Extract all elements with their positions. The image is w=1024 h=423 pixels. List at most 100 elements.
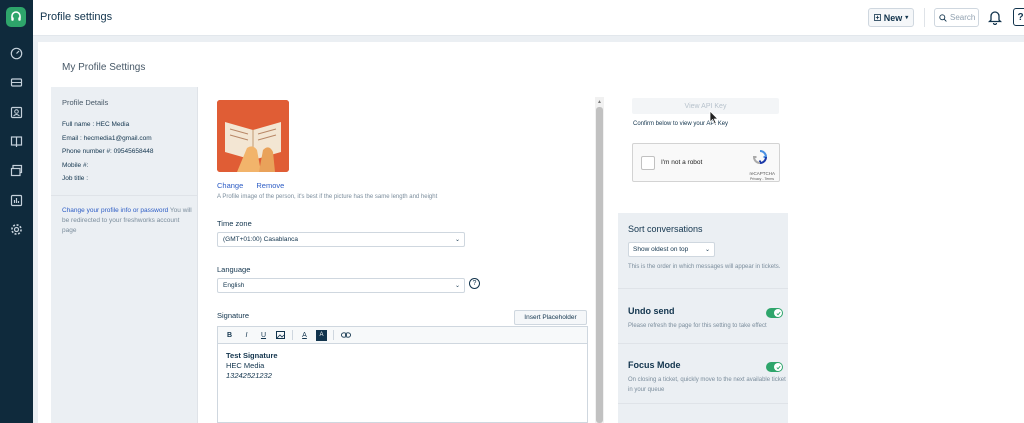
timezone-select[interactable]: (GMT+01:00) Casablanca ⌄: [217, 232, 465, 247]
notifications-bell-icon[interactable]: [988, 9, 1002, 25]
phone-row: Phone number #: 09545658448: [62, 148, 154, 155]
plus-box-icon: [873, 14, 881, 21]
change-profile-link[interactable]: Change your profile info or password: [62, 207, 168, 214]
photo-hint: A Profile image of the person, it's best…: [217, 194, 438, 200]
card-title: My Profile Settings: [62, 62, 146, 73]
profile-redirect-note: Change your profile info or password You…: [62, 206, 192, 236]
reports-icon[interactable]: [8, 192, 24, 208]
underline-button[interactable]: U: [258, 330, 269, 341]
italic-button[interactable]: I: [241, 330, 252, 341]
new-button-label: New: [883, 12, 903, 23]
dashboard-icon[interactable]: [8, 45, 24, 61]
timezone-value: (GMT+01:00) Casablanca: [223, 236, 298, 243]
reading-book-image-icon: [217, 100, 289, 172]
help-label: ?: [1017, 11, 1024, 23]
profile-details-panel: Profile Details Full name : HEC Media Em…: [51, 87, 198, 423]
chevron-down-icon: ▾: [905, 15, 909, 21]
chevron-down-icon: ⌄: [454, 283, 460, 289]
recaptcha-brand: reCAPTCHA: [749, 171, 775, 176]
bold-button[interactable]: B: [224, 330, 235, 341]
undo-send-description: Please refresh the page for this setting…: [628, 323, 767, 329]
signature-line-2: HEC Media: [226, 361, 265, 370]
scrollbar-thumb[interactable]: [596, 107, 603, 423]
recaptcha-checkbox[interactable]: [641, 156, 655, 170]
preferences-panel: View API Key Confirm below to view your …: [618, 87, 788, 423]
page-title: Profile settings: [40, 11, 113, 23]
contacts-icon[interactable]: [8, 104, 24, 120]
signature-line-3: 13242521232: [226, 371, 272, 380]
focus-mode-toggle[interactable]: [766, 362, 783, 372]
language-label: Language: [217, 265, 251, 274]
sort-conversations-title: Sort conversations: [628, 224, 703, 234]
photo-actions: Change Remove: [217, 181, 295, 190]
search-placeholder: Search: [950, 13, 976, 22]
profile-form: Change Remove A Profile image of the per…: [199, 87, 605, 423]
signature-content: Test Signature HEC Media 13242521232: [226, 351, 278, 381]
signature-line-1: Test Signature: [226, 351, 278, 360]
section-divider: [618, 288, 788, 289]
recaptcha-label: I'm not a robot: [661, 159, 703, 166]
knowledge-base-icon[interactable]: [8, 133, 24, 149]
chevron-down-icon: ⌄: [454, 237, 460, 243]
inbox-icon[interactable]: [8, 162, 24, 178]
help-button[interactable]: ?: [1013, 8, 1024, 26]
recaptcha-logo-icon: [753, 150, 767, 164]
freshdesk-logo-icon[interactable]: [6, 7, 26, 27]
signature-label: Signature: [217, 311, 250, 320]
check-icon: [774, 309, 782, 317]
settings-icon[interactable]: [8, 221, 24, 237]
undo-send-title: Undo send: [628, 306, 675, 316]
image-icon: [276, 331, 285, 339]
insert-image-button[interactable]: [275, 330, 286, 341]
details-divider: [51, 195, 198, 196]
sort-conversations-select[interactable]: Show oldest on top ⌄: [628, 242, 715, 257]
left-nav-rail: [0, 0, 33, 423]
language-help-label: ?: [472, 280, 477, 287]
profile-avatar: [217, 100, 289, 172]
recaptcha-widget: I'm not a robot reCAPTCHA Privacy - Term…: [632, 143, 780, 182]
search-button[interactable]: Search: [934, 8, 979, 27]
focus-mode-description: On closing a ticket, quickly move to the…: [628, 377, 786, 393]
language-select[interactable]: English ⌄: [217, 278, 465, 293]
font-color-button[interactable]: A: [299, 330, 310, 341]
background-color-button[interactable]: A: [316, 329, 327, 341]
sort-description: This is the order in which messages will…: [628, 264, 781, 270]
mobile-row: Mobile #:: [62, 161, 89, 169]
new-button[interactable]: New ▾: [868, 8, 914, 27]
link-icon: [340, 332, 351, 338]
toolbar-divider: [292, 330, 293, 340]
top-header: Profile settings New ▾ Search ?: [33, 0, 1024, 36]
change-photo-link[interactable]: Change: [217, 181, 243, 190]
profile-settings-card: My Profile Settings Profile Details Full…: [38, 42, 1024, 423]
mouse-pointer-icon: [709, 110, 719, 125]
api-key-section: View API Key Confirm below to view your …: [618, 87, 788, 213]
remove-photo-link[interactable]: Remove: [256, 181, 284, 190]
chevron-down-icon: ⌄: [704, 247, 710, 253]
view-api-key-button[interactable]: View API Key: [632, 98, 779, 114]
check-icon: [774, 363, 782, 371]
job-title-row: Job title :: [62, 175, 89, 182]
profile-details-heading: Profile Details: [62, 98, 109, 107]
email-row: Email : hecmedia1@gmail.com: [62, 134, 152, 142]
insert-placeholder-button[interactable]: Insert Placeholder: [514, 310, 587, 325]
recaptcha-links[interactable]: Privacy - Terms: [750, 177, 774, 181]
timezone-label: Time zone: [217, 219, 252, 228]
tickets-icon[interactable]: [8, 74, 24, 90]
header-divider: [924, 8, 925, 27]
scroll-up-arrow-icon[interactable]: ▲: [597, 99, 602, 105]
full-name-row: Full name : HEC Media: [62, 121, 130, 128]
signature-editor[interactable]: B I U A A Test Signature HEC Media 13242…: [217, 326, 588, 423]
toolbar-divider: [333, 330, 334, 340]
editor-toolbar: B I U A A: [218, 327, 587, 344]
profile-details-list: Full name : HEC Media Email : hecmedia1@…: [62, 118, 153, 186]
language-value: English: [223, 282, 245, 289]
section-divider: [618, 403, 788, 404]
undo-send-toggle[interactable]: [766, 308, 783, 318]
sort-value: Show oldest on top: [633, 246, 689, 253]
focus-mode-title: Focus Mode: [628, 360, 681, 370]
search-icon: [939, 13, 947, 22]
insert-link-button[interactable]: [340, 330, 351, 341]
language-help-icon[interactable]: ?: [469, 278, 480, 289]
section-divider: [618, 343, 788, 344]
form-scrollbar[interactable]: ▲: [595, 97, 604, 423]
